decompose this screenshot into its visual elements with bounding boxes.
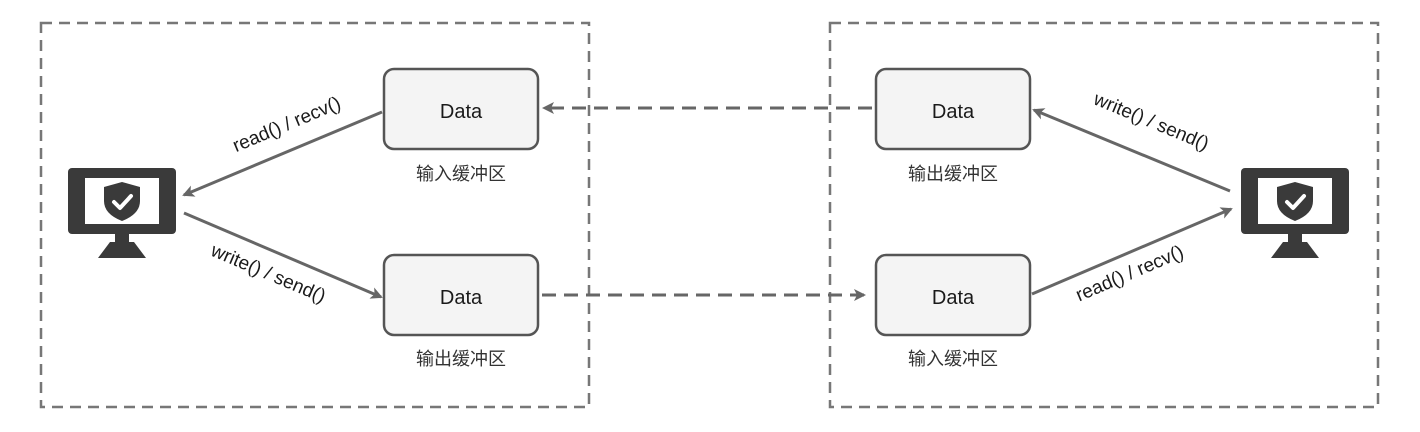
left-output-buffer-caption: 输出缓冲区 xyxy=(416,349,506,370)
right-output-buffer: Data 输出缓冲区 xyxy=(874,67,1032,185)
left-output-buffer: Data 输出缓冲区 xyxy=(382,253,540,370)
right-input-buffer: Data 输入缓冲区 xyxy=(874,253,1032,370)
right-input-buffer-caption: 输入缓冲区 xyxy=(908,349,998,370)
left-input-buffer-data: Data xyxy=(440,101,483,123)
tcp-buffer-diagram: Data 输入缓冲区 Data 输出缓冲区 Data 输出缓冲区 Data 输入… xyxy=(39,21,1380,409)
right-monitor-icon xyxy=(1241,168,1349,258)
left-output-buffer-data: Data xyxy=(440,287,483,309)
left-input-buffer: Data 输入缓冲区 xyxy=(382,67,540,185)
left-read-label: read() / recv() xyxy=(230,93,344,157)
right-write-label: write() / send() xyxy=(1090,88,1212,155)
right-output-buffer-caption: 输出缓冲区 xyxy=(908,164,998,185)
right-input-buffer-data: Data xyxy=(932,287,975,309)
left-monitor-icon xyxy=(68,168,176,258)
right-output-buffer-data: Data xyxy=(932,101,975,123)
left-input-buffer-caption: 输入缓冲区 xyxy=(416,164,506,185)
